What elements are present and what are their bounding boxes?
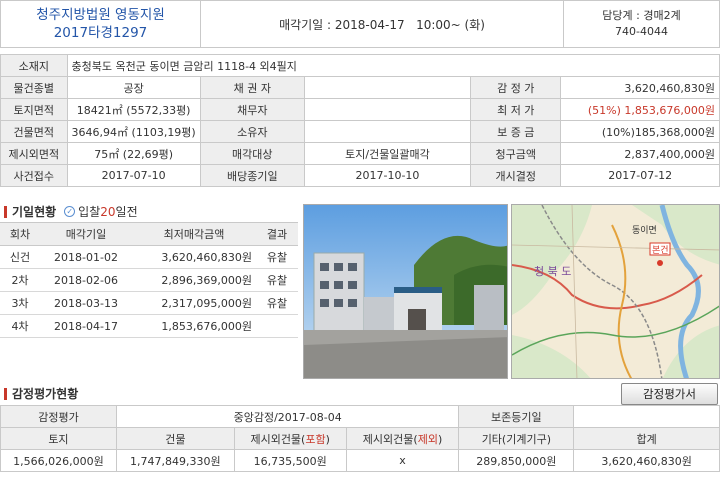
- receipt-value: 2017-07-10: [66, 164, 201, 187]
- excl-out-value: x: [345, 449, 460, 472]
- history-title: 기일현황 ✓ 입찰20일전: [4, 203, 138, 220]
- col-total: 합계: [573, 427, 720, 450]
- location-label: 소재지: [0, 54, 68, 77]
- case-header: 청주지방법원 영동지원 2017타경1297 매각기일 : 2018-04-17…: [0, 0, 720, 48]
- appraisal-row-label: 감정평가: [0, 405, 117, 428]
- appraisal-firm: 중앙감정/2017-08-04: [115, 405, 460, 428]
- table-row: 2차 2018-02-06 2,896,369,000원 유찰: [0, 268, 298, 292]
- court-block: 청주지방법원 영동지원 2017타경1297: [1, 1, 201, 47]
- type-value: 공장: [66, 76, 201, 99]
- claim-value: 2,837,400,000원: [560, 142, 720, 165]
- factory-photo-image: [304, 205, 507, 378]
- total-value: 3,620,460,830원: [573, 449, 720, 472]
- section-marker: [4, 205, 7, 218]
- debtor-label: 채무자: [199, 98, 305, 121]
- table-row: 신건 2018-01-02 3,620,460,830원 유찰: [0, 245, 298, 269]
- location-value: 충청북도 옥천군 동이면 금암리 1118-4 외4필지: [66, 54, 720, 77]
- start-label: 개시결정: [470, 164, 562, 187]
- land-value: 1,566,026,000원: [0, 449, 117, 472]
- location-map[interactable]: 청 북 도 동이면 본건: [511, 204, 720, 379]
- excl-area-label: 제시외면적: [0, 142, 68, 165]
- creditor-label: 채 권 자: [199, 76, 305, 99]
- start-value: 2017-07-12: [560, 164, 720, 187]
- col-other: 기타(기계기구): [458, 427, 575, 450]
- table-row: 4차 2018-04-17 1,853,676,000원: [0, 314, 298, 338]
- map-region-label: 청 북 도: [534, 265, 571, 278]
- col-excl-excluded: 제시외건물(제외): [345, 427, 460, 450]
- sale-target-value: 토지/건물일괄매각: [303, 142, 472, 165]
- register-value: [573, 405, 720, 428]
- map-marker-label: 본건: [652, 245, 669, 256]
- map-image: 청 북 도 동이면 본건: [512, 205, 719, 378]
- bid-countdown: 입찰20일전: [78, 205, 138, 219]
- dividend-value: 2017-10-10: [303, 164, 472, 187]
- other-value: 289,850,000원: [458, 449, 575, 472]
- land-area-value: 18421㎡ (5572,33평): [66, 98, 201, 121]
- deposit-value: (10%)185,368,000원: [560, 120, 720, 143]
- dept-block: 담당계 : 경매2계 740-4044: [564, 1, 719, 47]
- sale-target-label: 매각대상: [199, 142, 305, 165]
- owner-value: [303, 120, 472, 143]
- receipt-label: 사건접수: [0, 164, 68, 187]
- history-table: 회차 매각기일 최저매각금액 결과 신건 2018-01-02 3,620,46…: [0, 222, 298, 338]
- owner-label: 소유자: [199, 120, 305, 143]
- dividend-label: 배당종기일: [199, 164, 305, 187]
- auction-date: 매각기일 : 2018-04-17 10:00~ (화): [201, 1, 564, 47]
- check-circle-icon: ✓: [64, 206, 76, 217]
- table-row: 3차 2018-03-13 2,317,095,000원 유찰: [0, 291, 298, 315]
- type-label: 물건종별: [0, 76, 68, 99]
- min-price-label: 최 저 가: [470, 98, 562, 121]
- history-header-row: 회차 매각기일 최저매각금액 결과: [0, 222, 298, 246]
- dept-phone: 740-4044: [615, 25, 668, 38]
- dept-name: 담당계 : 경매2계: [602, 9, 681, 22]
- debtor-value: [303, 98, 472, 121]
- claim-label: 청구금액: [470, 142, 562, 165]
- info-table: 소재지 충청북도 옥천군 동이면 금암리 1118-4 외4필지 물건종별 공장…: [0, 54, 720, 187]
- appraisal-title: 감정평가현황: [4, 385, 78, 402]
- property-photo[interactable]: [303, 204, 508, 379]
- appraisal-report-button[interactable]: 감정평가서: [621, 383, 718, 405]
- appraisal-value: 3,620,460,830원: [560, 76, 720, 99]
- creditor-value: [303, 76, 472, 99]
- appraisal-label: 감 정 가: [470, 76, 562, 99]
- col-building: 건물: [115, 427, 235, 450]
- map-town-label: 동이면: [632, 225, 657, 236]
- excl-area-value: 75㎡ (22,69평): [66, 142, 201, 165]
- building-value: 1,747,849,330원: [115, 449, 235, 472]
- land-area-label: 토지면적: [0, 98, 68, 121]
- col-excl-included: 제시외건물(포함): [233, 427, 347, 450]
- bldg-area-value: 3646,94㎡ (1103,19평): [66, 120, 201, 143]
- col-land: 토지: [0, 427, 117, 450]
- min-price-value: (51%) 1,853,676,000원: [560, 98, 720, 121]
- excl-in-value: 16,735,500원: [233, 449, 347, 472]
- location-pin-icon: [657, 260, 663, 266]
- deposit-label: 보 증 금: [470, 120, 562, 143]
- case-number: 2017타경1297: [53, 25, 148, 41]
- bldg-area-label: 건물면적: [0, 120, 68, 143]
- register-label: 보존등기일: [458, 405, 575, 428]
- appraisal-table: 감정평가 중앙감정/2017-08-04 보존등기일 토지 건물 제시외건물(포…: [0, 405, 720, 472]
- section-marker: [4, 387, 7, 400]
- court-name: 청주지방법원 영동지원: [36, 7, 165, 23]
